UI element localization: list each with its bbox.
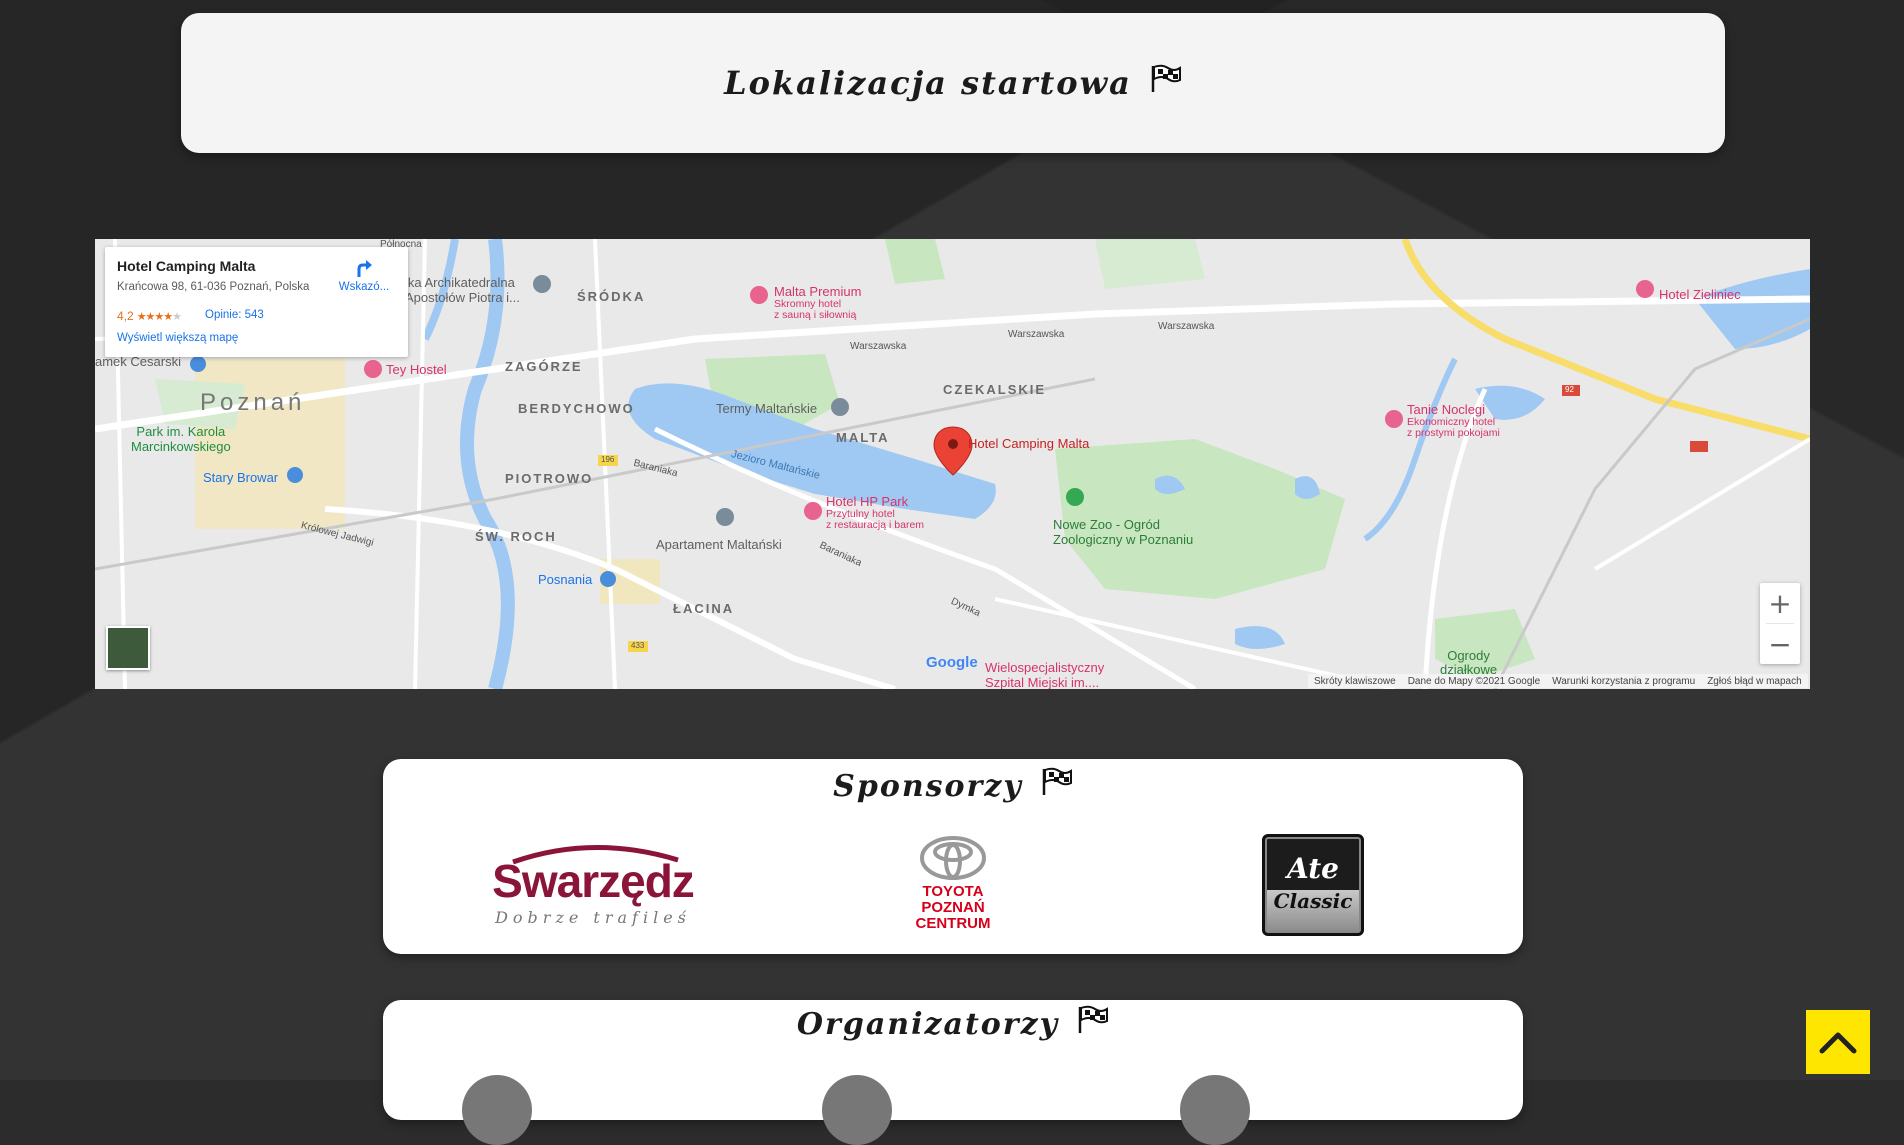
sponsor-swarzedz[interactable]: Swarzędz Dobrze trafileś xyxy=(488,839,698,929)
chevron-up-icon xyxy=(1819,1032,1857,1054)
map-label-archikatedra: ika Archikatedralna Apostołów Piotra i... xyxy=(405,275,520,305)
directions-label: Wskazó... xyxy=(338,281,390,293)
ate-logo-bottom-text: Classic xyxy=(1273,888,1353,913)
poi-malta-premium[interactable]: Malta Premium Skromny hotel z sauną i si… xyxy=(774,284,861,321)
map-label-ogrody: Ogrody działkowe xyxy=(1440,648,1498,677)
map-data-text: Dane do Mapy ©2021 Google xyxy=(1407,675,1541,687)
map-label-warszawska-3: Warszawska xyxy=(1158,321,1215,332)
back-to-top-button[interactable] xyxy=(1806,1010,1870,1074)
map-label-sw-roch: ŚW. ROCH xyxy=(475,529,557,544)
poi-hotel-hp-park[interactable]: Hotel HP Park Przytulny hotel z restaura… xyxy=(826,494,924,531)
poi-hotel-zieliniec[interactable]: Hotel Zieliniec xyxy=(1659,287,1741,302)
ate-logo-top-text: Ate xyxy=(1287,851,1339,885)
zoom-controls: + − xyxy=(1760,583,1800,664)
map-label-road-196: 196 xyxy=(601,455,615,464)
map-label-warszawska-2: Warszawska xyxy=(1008,329,1065,340)
map-label-srodka: ŚRÓDKA xyxy=(577,289,646,304)
map-label-berdychowo: BERDYCHOWO xyxy=(518,401,635,416)
zoom-out-button[interactable]: − xyxy=(1760,624,1800,664)
map-label-malta: MALTA xyxy=(836,430,890,445)
google-logo: Google xyxy=(926,654,978,671)
checkered-flag-icon xyxy=(1150,64,1182,102)
map-label-nowe-zoo: Nowe Zoo - Ogród Zoologiczny w Poznaniu xyxy=(1053,517,1194,547)
organizer-avatar[interactable] xyxy=(822,1075,892,1145)
directions-icon xyxy=(357,260,372,277)
sponsors-card: Sponsorzy Swarzędz Dobrze trafileś TOYOT… xyxy=(383,759,1523,954)
satellite-toggle[interactable] xyxy=(106,626,150,670)
poi-tey-hostel[interactable]: Tey Hostel xyxy=(386,362,447,377)
terms-link[interactable]: Warunki korzystania z programu xyxy=(1552,676,1695,687)
checkered-flag-icon xyxy=(1041,767,1073,805)
map-label-czekalskie: CZEKALSKIE xyxy=(943,382,1047,397)
rating-value: 4,2 xyxy=(117,309,134,323)
toyota-logo-text: TOYOTA POZNAŃ CENTRUM xyxy=(915,883,991,932)
swarzedz-tagline: Dobrze trafileś xyxy=(495,907,691,927)
place-info-card: Hotel Camping Malta Krańcowa 98, 61-036 … xyxy=(105,247,408,357)
organizer-avatar[interactable] xyxy=(462,1075,532,1145)
map-label-stary-browar: Stary Browar xyxy=(203,470,279,485)
poi-tanie-noclegi[interactable]: Tanie Noclegi Ekonomiczny hotel z prosty… xyxy=(1407,402,1500,439)
map-label-park: Park im. Karola Marcinkowskiego xyxy=(131,424,231,454)
sponsors-title: Sponsorzy xyxy=(833,768,1023,804)
zoom-in-button[interactable]: + xyxy=(1760,583,1800,623)
organizer-avatar[interactable] xyxy=(1180,1075,1250,1145)
map-attribution: Skróty klawiszowe Dane do Mapy ©2021 Goo… xyxy=(1308,674,1808,688)
larger-map-link[interactable]: Wyświetl większą mapę xyxy=(117,332,238,344)
toyota-logo-icon xyxy=(920,836,986,880)
map-label-lacina: ŁACINA xyxy=(673,601,735,616)
map-label-szpital: Wielospecjalistyczny Szpital Miejski im..… xyxy=(985,660,1105,689)
map-label-road-92: 92 xyxy=(1565,385,1574,394)
location-title-card: Lokalizacja startowa xyxy=(181,13,1725,153)
organizers-title: Organizatorzy xyxy=(796,1006,1060,1042)
sponsor-toyota[interactable]: TOYOTA POZNAŃ CENTRUM xyxy=(893,834,1013,934)
checkered-flag-icon xyxy=(1077,1005,1109,1043)
report-error-link[interactable]: Zgłoś błąd w mapach xyxy=(1707,676,1802,687)
place-title: Hotel Camping Malta xyxy=(117,258,256,274)
ate-classic-logo: Ate Classic xyxy=(1262,834,1364,936)
organizers-card: Organizatorzy xyxy=(383,1000,1523,1120)
location-title: Lokalizacja startowa xyxy=(724,64,1132,102)
map-label-poznan: Poznań xyxy=(200,389,306,416)
map-label-termy: Termy Maltańskie xyxy=(716,401,818,416)
swarzedz-logo-text: Swarzędz xyxy=(492,854,695,907)
reviews-link[interactable]: Opinie: 543 xyxy=(205,309,264,321)
place-address: Krańcowa 98, 61-036 Poznań, Polska xyxy=(117,281,310,293)
map-label-posnania: Posnania xyxy=(538,572,593,587)
place-rating: 4,2 ★★★★★ xyxy=(117,309,182,323)
map-label-road-433: 433 xyxy=(631,641,645,650)
sponsor-ate-classic[interactable]: Ate Classic xyxy=(1261,833,1365,937)
map-label-zagorze: ZAGÓRZE xyxy=(505,359,583,374)
poi-hotel-camping-malta[interactable]: Hotel Camping Malta xyxy=(968,436,1089,451)
map-label-warszawska-1: Warszawska xyxy=(850,341,907,352)
directions-button[interactable]: Wskazó... xyxy=(329,257,399,293)
keyboard-shortcuts-link[interactable]: Skróty klawiszowe xyxy=(1314,676,1396,687)
rating-stars: ★★★★★ xyxy=(136,310,182,323)
map-label-apartament: Apartament Maltański xyxy=(656,537,782,552)
map-label-piotrowo: PIOTROWO xyxy=(505,471,594,486)
